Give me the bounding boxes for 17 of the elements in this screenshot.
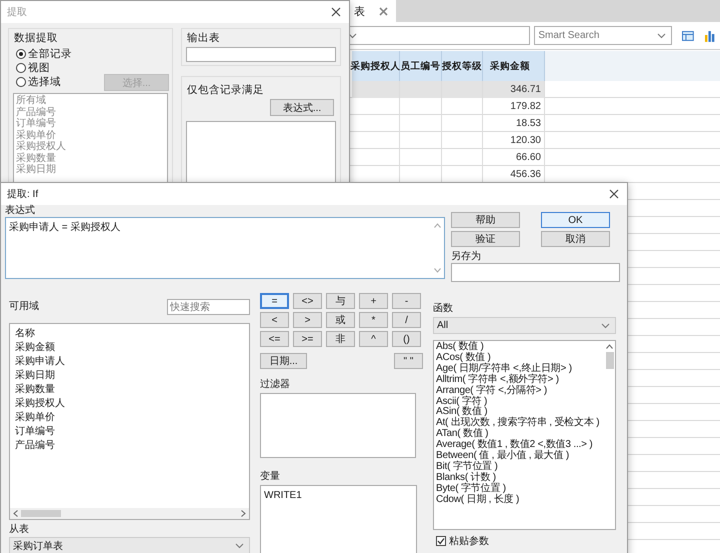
table-cell: 346.71 — [483, 81, 545, 98]
field-label: 表达式 — [5, 205, 36, 217]
field-label: 从表 — [9, 523, 30, 537]
group-label: 仅包含记录满足 — [187, 83, 265, 97]
group-label: 输出表 — [187, 31, 221, 45]
field-label: 过滤器 — [260, 379, 291, 391]
field-label: 另存为 — [451, 251, 482, 263]
field-label: 可用域 — [9, 301, 39, 313]
table-cell: 18.53 — [483, 115, 545, 132]
dialog-title: 提取: If — [7, 188, 38, 201]
field-label: 函数 — [433, 303, 454, 315]
table-cell: 120.30 — [483, 132, 545, 149]
dialog-title: 提取 — [7, 6, 27, 19]
table-cell: 66.60 — [483, 149, 545, 166]
field-label: 变量 — [260, 471, 281, 483]
group-label: 数据提取 — [14, 31, 59, 45]
table-cell: 179.82 — [483, 98, 545, 115]
